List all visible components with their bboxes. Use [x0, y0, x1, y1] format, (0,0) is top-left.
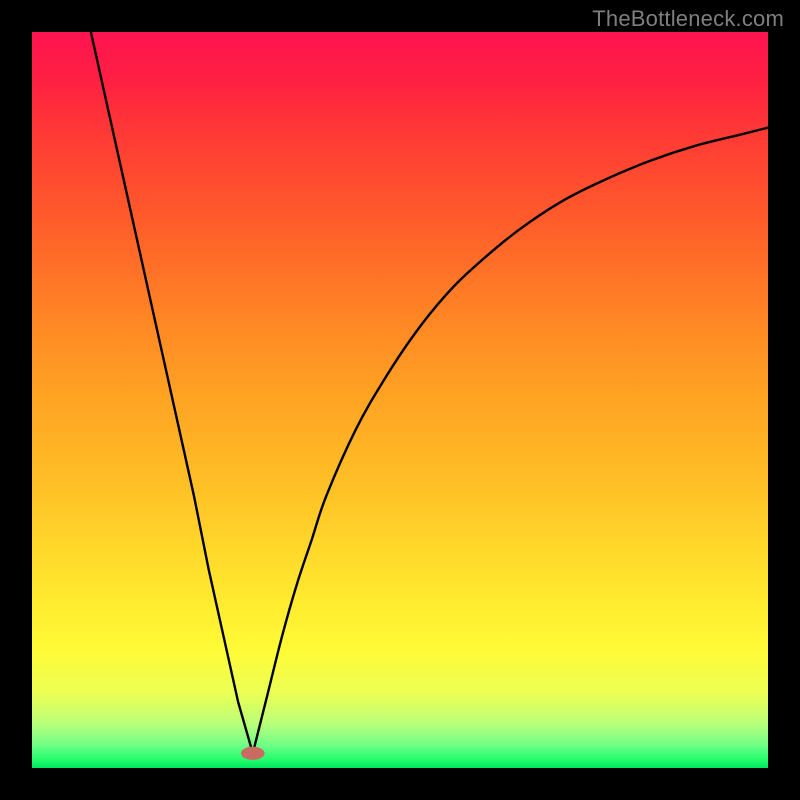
- curve-left-branch: [91, 32, 253, 753]
- minimum-marker: [241, 747, 265, 760]
- curve-layer: [32, 32, 768, 768]
- chart-frame: TheBottleneck.com: [0, 0, 800, 800]
- plot-area: [32, 32, 768, 768]
- watermark-text: TheBottleneck.com: [592, 6, 784, 32]
- curve-right-branch: [253, 128, 768, 754]
